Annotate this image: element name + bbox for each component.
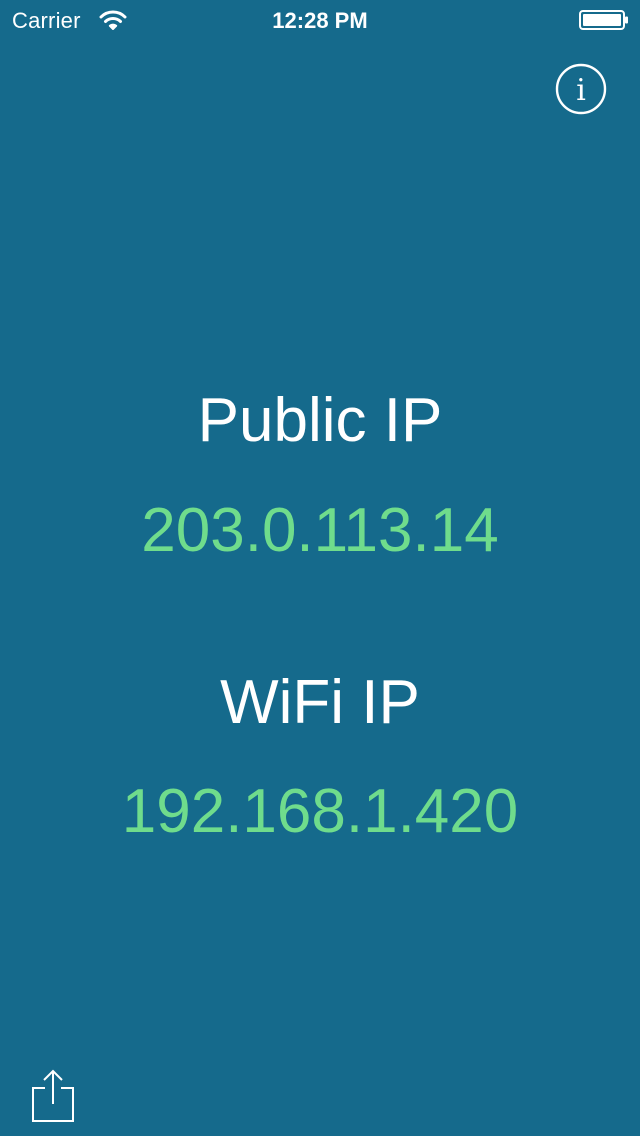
share-icon[interactable] <box>30 1068 76 1124</box>
status-bar: Carrier 12:28 PM <box>0 0 640 40</box>
wifi-ip-label: WiFi IP <box>220 668 420 737</box>
battery-icon <box>579 10 628 30</box>
info-icon[interactable]: i <box>555 63 607 115</box>
wifi-ip-value: 192.168.1.420 <box>121 777 519 846</box>
status-time: 12:28 PM <box>272 8 368 33</box>
public-ip-label: Public IP <box>197 386 443 455</box>
svg-text:i: i <box>576 73 586 108</box>
public-ip-value: 203.0.113.14 <box>141 496 499 565</box>
